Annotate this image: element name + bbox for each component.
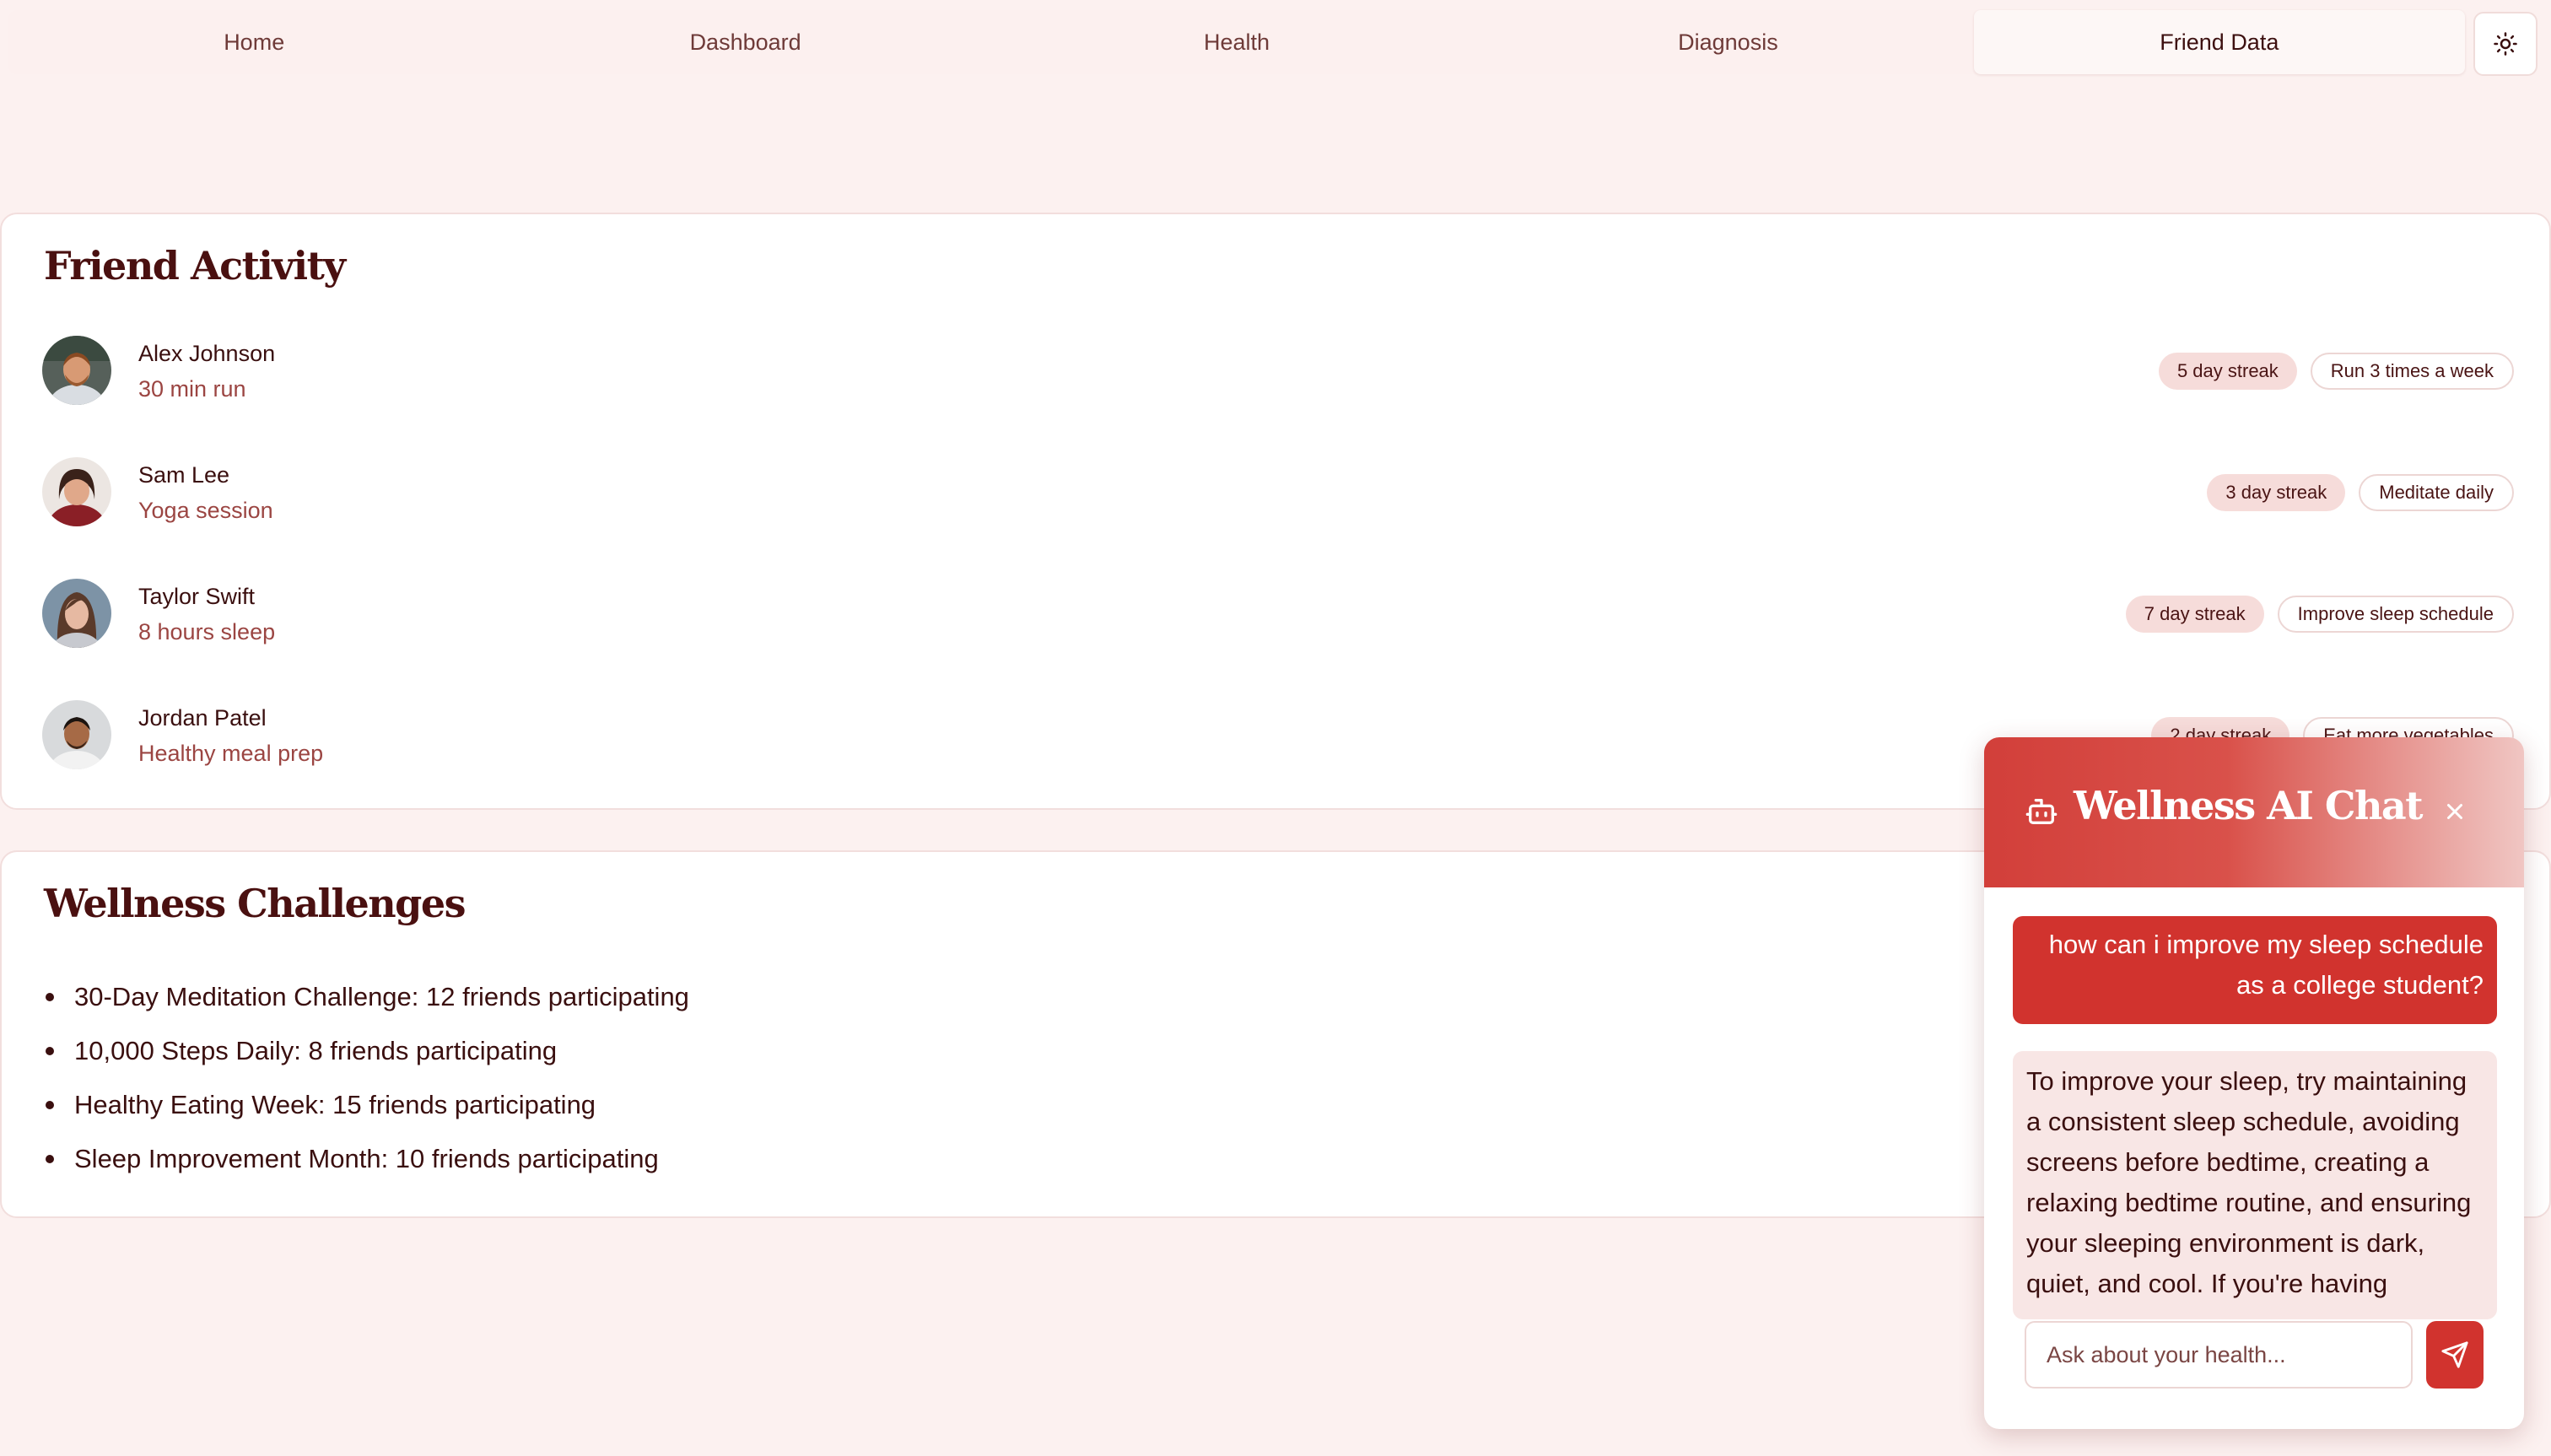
challenge-text: 10,000 Steps Daily: 8 friends participat… bbox=[74, 1036, 558, 1065]
bullet bbox=[46, 1047, 54, 1055]
top-nav: Home Dashboard Health Diagnosis Friend D… bbox=[8, 10, 2466, 74]
friend-name: Jordan Patel bbox=[138, 705, 267, 731]
friend-activity: 8 hours sleep bbox=[138, 619, 276, 644]
friend-name: Sam Lee bbox=[138, 462, 230, 488]
bot-icon bbox=[2025, 799, 2058, 824]
friend-row: Alex Johnson 30 min run 5 day streak Run… bbox=[42, 336, 2514, 407]
bullet bbox=[46, 1101, 54, 1109]
user-message: how can i improve my sleep schedule as a… bbox=[2013, 916, 2497, 1024]
tab-diagnosis[interactable]: Diagnosis bbox=[1482, 10, 1973, 74]
list-item: Sleep Improvement Month: 10 friends part… bbox=[46, 1132, 689, 1186]
friend-activity-card: Friend Activity Alex Johnson 30 min run … bbox=[0, 213, 2551, 810]
list-item: 10,000 Steps Daily: 8 friends participat… bbox=[46, 1024, 689, 1078]
friend-row: Taylor Swift 8 hours sleep 7 day streak … bbox=[42, 579, 2514, 650]
friend-row: Sam Lee Yoga session 3 day streak Medita… bbox=[42, 457, 2514, 528]
theme-toggle-button[interactable] bbox=[2473, 12, 2538, 76]
friend-badges: 7 day streak Improve sleep schedule bbox=[2125, 596, 2514, 633]
chat-input[interactable] bbox=[2025, 1321, 2413, 1389]
tab-dashboard[interactable]: Dashboard bbox=[499, 10, 990, 74]
chat-title: Wellness AI Chat bbox=[2074, 783, 2423, 828]
chat-header: Wellness AI Chat bbox=[1984, 737, 2524, 887]
friend-name: Alex Johnson bbox=[138, 341, 276, 366]
challenge-list: 30-Day Meditation Challenge: 12 friends … bbox=[46, 970, 689, 1186]
bot-message: To improve your sleep, try maintaining a… bbox=[2013, 1051, 2497, 1319]
send-button[interactable] bbox=[2426, 1321, 2484, 1389]
friend-badges: 3 day streak Meditate daily bbox=[2207, 474, 2514, 511]
tab-friend-data[interactable]: Friend Data bbox=[1973, 10, 2466, 74]
sun-icon bbox=[2494, 32, 2517, 56]
avatar bbox=[42, 700, 111, 769]
streak-badge: 7 day streak bbox=[2125, 596, 2264, 633]
friend-activity: Yoga session bbox=[138, 498, 273, 523]
streak-badge: 5 day streak bbox=[2158, 353, 2297, 390]
wellness-challenges-title: Wellness Challenges bbox=[44, 881, 467, 926]
friend-activity: Healthy meal prep bbox=[138, 741, 324, 766]
challenge-text: Healthy Eating Week: 15 friends particip… bbox=[74, 1090, 596, 1119]
goal-badge: Improve sleep schedule bbox=[2277, 596, 2514, 633]
list-item: 30-Day Meditation Challenge: 12 friends … bbox=[46, 970, 689, 1024]
avatar bbox=[42, 579, 111, 648]
challenge-text: Sleep Improvement Month: 10 friends part… bbox=[74, 1144, 659, 1173]
close-icon[interactable] bbox=[2440, 796, 2470, 827]
friend-badges: 5 day streak Run 3 times a week bbox=[2158, 353, 2514, 390]
friend-activity: 30 min run bbox=[138, 376, 246, 402]
send-icon bbox=[2441, 1341, 2468, 1368]
streak-badge: 3 day streak bbox=[2207, 474, 2346, 511]
list-item: Healthy Eating Week: 15 friends particip… bbox=[46, 1078, 689, 1132]
friend-activity-title: Friend Activity bbox=[44, 243, 346, 289]
tab-home[interactable]: Home bbox=[8, 10, 499, 74]
bullet bbox=[46, 993, 54, 1001]
avatar bbox=[42, 457, 111, 526]
bullet bbox=[46, 1155, 54, 1163]
goal-badge: Meditate daily bbox=[2359, 474, 2514, 511]
tab-health[interactable]: Health bbox=[991, 10, 1482, 74]
wellness-chat-panel: Wellness AI Chat how can i improve my sl… bbox=[1984, 737, 2524, 1429]
goal-badge: Run 3 times a week bbox=[2310, 353, 2514, 390]
avatar bbox=[42, 336, 111, 405]
challenge-text: 30-Day Meditation Challenge: 12 friends … bbox=[74, 982, 689, 1011]
friend-name: Taylor Swift bbox=[138, 584, 256, 609]
